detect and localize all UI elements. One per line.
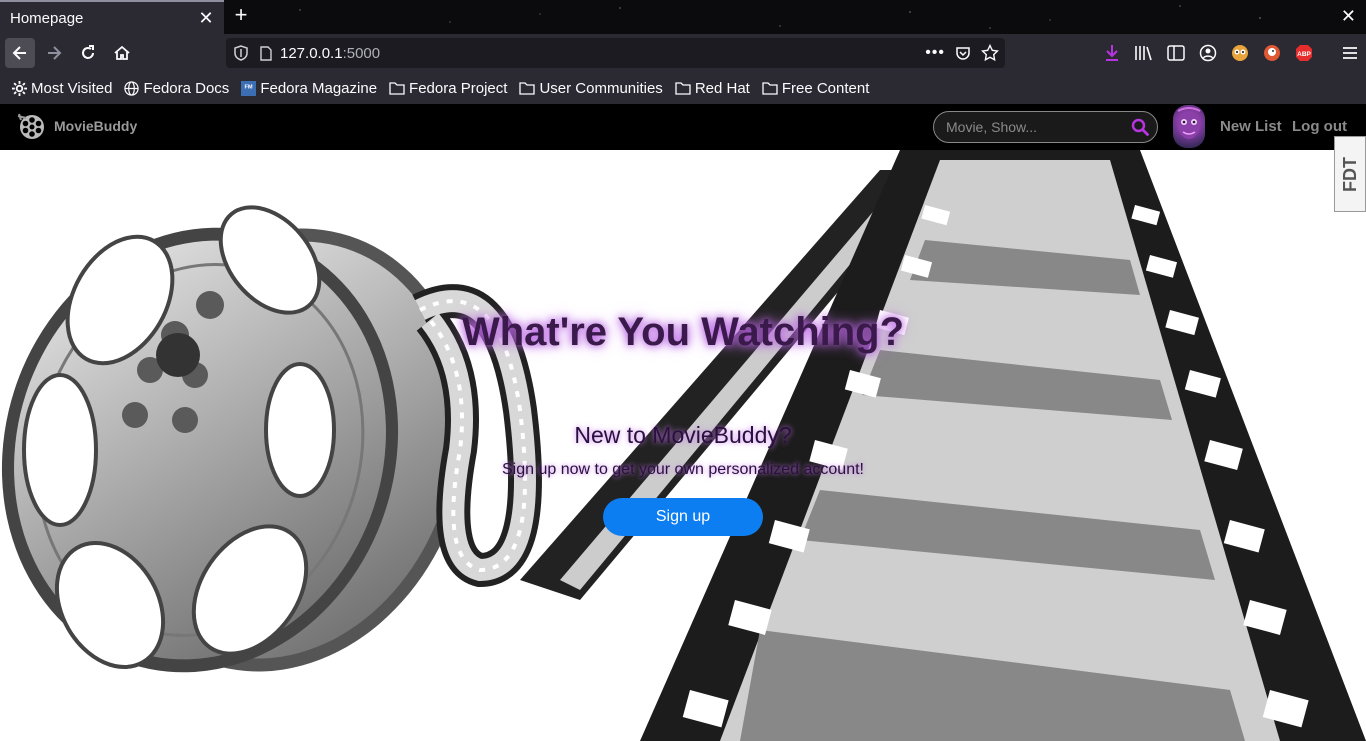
bookmark-free-content[interactable]: Free Content — [762, 79, 870, 97]
fdt-extension-tab[interactable]: FDT — [1334, 136, 1366, 212]
duckduckgo-icon[interactable] — [1260, 41, 1284, 65]
search-icon[interactable] — [1131, 118, 1149, 136]
tracking-shield-icon[interactable] — [234, 45, 248, 61]
back-arrow-icon[interactable] — [5, 38, 35, 68]
downloads-icon[interactable] — [1100, 41, 1124, 65]
bookmark-label: Free Content — [781, 79, 870, 97]
browser-tab-bar: Homepage ✕ + ✕ — [0, 0, 1366, 34]
search-input[interactable] — [946, 119, 1131, 135]
bookmark-fedora-project[interactable]: Fedora Project — [389, 80, 507, 97]
reload-icon[interactable] — [73, 38, 103, 68]
svg-text:FM: FM — [245, 84, 253, 90]
globe-icon — [124, 80, 140, 96]
site-navbar: MovieBuddy New List Log out — [0, 104, 1366, 150]
film-reel-logo-icon — [16, 112, 48, 140]
url-text[interactable]: 127.0.0.1:5000 — [280, 45, 380, 62]
page-info-icon[interactable] — [260, 45, 272, 61]
library-icon[interactable] — [1132, 41, 1156, 65]
browser-tab[interactable]: Homepage ✕ — [0, 0, 224, 34]
home-icon[interactable] — [107, 38, 137, 68]
new-tab-plus-icon[interactable]: + — [230, 4, 252, 28]
bookmark-label: Fedora Project — [409, 79, 508, 97]
svg-text:ABP: ABP — [1297, 51, 1311, 58]
brand-link[interactable]: MovieBuddy — [16, 112, 137, 140]
search-box — [933, 111, 1158, 143]
hero-section: What're You Watching? New to MovieBuddy?… — [0, 150, 1366, 741]
bookmark-label: Fedora Docs — [143, 79, 230, 97]
page-actions-menu-icon[interactable]: ••• — [925, 44, 945, 62]
sidebar-icon[interactable] — [1164, 41, 1188, 65]
hero-text: Sign up now to get your own personalized… — [501, 461, 864, 478]
bookmark-user-communities[interactable]: User Communities — [519, 79, 663, 97]
log-out-link[interactable]: Log out — [1292, 118, 1347, 135]
bookmark-fedora-docs[interactable]: Fedora Docs — [124, 80, 229, 97]
bookmark-star-icon[interactable] — [981, 44, 999, 62]
folder-icon — [762, 81, 778, 95]
bookmark-label: User Communities — [539, 79, 663, 97]
bookmark-red-hat[interactable]: Red Hat — [675, 80, 750, 97]
hamburger-menu-icon[interactable] — [1338, 41, 1362, 65]
bookmark-label: Red Hat — [694, 79, 750, 97]
bookmark-most-visited[interactable]: Most Visited — [12, 80, 112, 97]
gear-icon — [12, 80, 27, 96]
hero-subtitle: New to MovieBuddy? — [574, 422, 792, 448]
extension-owl-icon[interactable] — [1228, 41, 1252, 65]
url-host: 127.0.0.1 — [280, 44, 343, 62]
bookmark-label: Fedora Magazine — [260, 79, 378, 97]
new-list-link[interactable]: New List — [1220, 118, 1282, 135]
tab-close-icon[interactable]: ✕ — [198, 8, 214, 29]
pocket-icon[interactable] — [955, 45, 971, 61]
folder-icon — [519, 81, 536, 95]
folder-icon — [389, 81, 405, 95]
tab-title: Homepage — [10, 9, 84, 27]
adblock-plus-icon[interactable]: ABP — [1292, 41, 1316, 65]
url-port: :5000 — [342, 44, 381, 62]
bookmark-fedora-magazine[interactable]: FM Fedora Magazine — [241, 80, 377, 97]
hero-title: What're You Watching? — [461, 310, 905, 354]
fdt-label: FDT — [1339, 156, 1360, 192]
account-icon[interactable] — [1196, 41, 1220, 65]
window-close-icon[interactable]: ✕ — [1341, 6, 1356, 27]
forward-arrow-icon[interactable] — [39, 38, 69, 68]
url-bar[interactable]: 127.0.0.1:5000 ••• — [226, 38, 1005, 68]
brand-name: MovieBuddy — [54, 118, 138, 134]
folder-icon — [675, 81, 691, 95]
sign-up-button[interactable]: Sign up — [603, 498, 763, 536]
fm-icon: FM — [241, 80, 257, 96]
bookmarks-toolbar: Most Visited Fedora Docs FM Fedora Magaz… — [0, 72, 1366, 104]
avatar[interactable] — [1173, 105, 1205, 148]
bookmark-label: Most Visited — [31, 79, 113, 97]
browser-navigation-toolbar: 127.0.0.1:5000 ••• ABP — [0, 34, 1366, 72]
